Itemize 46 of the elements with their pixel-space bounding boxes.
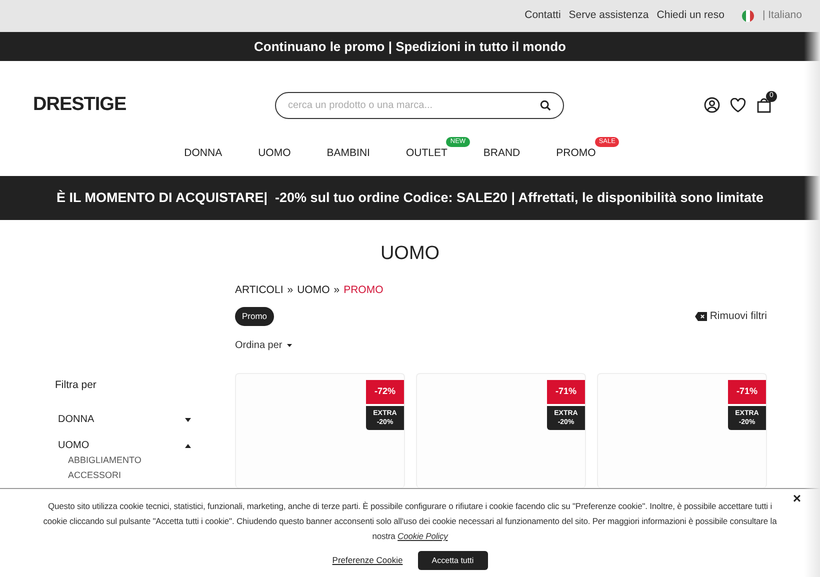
search-icon[interactable] <box>540 100 551 110</box>
caret-up-icon[interactable] <box>185 444 191 448</box>
heart-icon[interactable] <box>730 98 746 112</box>
discount-badge: -71% <box>547 380 585 404</box>
clear-icon[interactable] <box>694 312 707 321</box>
promo-banner: È IL MOMENTO DI ACQUISTARE| -20% sul tuo ordine Codice: SALE20 | Affrettati, le disponibilità sono limitate <box>0 176 820 220</box>
caret-icon[interactable] <box>287 344 292 347</box>
filter-group[interactable]: DONNA <box>55 412 191 427</box>
italy-flag-icon[interactable] <box>742 10 754 22</box>
remove-filters-link[interactable]: Rimuovi filtri <box>694 308 767 324</box>
sort-dropdown[interactable]: Ordina per <box>235 338 292 353</box>
cookie-notice: Questo sito utilizza cookie tecnici, statistici, funzionali, marketing, anche di terze parti. È possibile configurare o rifiutare i cookie facendo clic su "Preferenze cookie". Inoltre, è possibile accettare tutti i cookie cliccando sul pulsante "Accetta tutti i cookie". Chiudendo questo banner acconsenti solo all'uso dei cookie necessari al funzionamento del sito. Per maggiori informazioni è possibile consultare la nostra Cookie Policy <box>42 500 778 543</box>
nav-link[interactable]: DONNA <box>184 147 222 159</box>
accept-all-button[interactable]: Accetta tutti <box>418 551 488 570</box>
filter-option[interactable]: ABBIGLIAMENTO <box>55 452 235 468</box>
top-link[interactable]: Serve assistenza <box>568 8 649 24</box>
breadcrumb-link[interactable]: PROMO <box>344 283 384 299</box>
nav-link[interactable]: UOMO <box>258 147 291 159</box>
discount-badge: -72% <box>366 380 404 404</box>
breadcrumb-separator: » <box>334 283 340 298</box>
discount-badge: -71% <box>728 380 766 404</box>
shopping-bag-icon[interactable] <box>756 97 772 113</box>
nav-link[interactable]: BRAND <box>483 147 520 159</box>
caret-down-icon[interactable] <box>185 418 191 422</box>
top-link[interactable]: Chiedi un reso <box>656 8 724 24</box>
breadcrumb-link[interactable]: ARTICOLI <box>235 283 284 299</box>
nav-link[interactable]: BAMBINI <box>326 147 370 159</box>
search-input[interactable]: cerca un prodotto o una marca... <box>288 98 540 112</box>
cookie-preferences-link[interactable]: Preferenze Cookie <box>332 554 403 567</box>
filter-option[interactable]: ACCESSORI <box>55 468 235 483</box>
language-selector[interactable]: | Italiano <box>762 8 802 24</box>
cookie-policy-link[interactable]: Cookie Policy <box>398 531 448 541</box>
close-button[interactable]: × <box>792 491 801 505</box>
nav-link[interactable]: OUTLET <box>406 147 448 159</box>
filter-heading: Filtra per <box>55 378 98 393</box>
logo[interactable]: DRESTIGE <box>33 90 275 120</box>
filter-group[interactable]: UOMO <box>55 438 191 453</box>
nav-link[interactable]: PROMO <box>556 147 596 159</box>
top-link[interactable]: Contatti <box>524 8 561 24</box>
announcement-bar: Continuano le promo | Spedizioni in tutto il mondo <box>0 32 820 61</box>
search-field[interactable]: cerca un prodotto o una marca... <box>275 92 564 118</box>
breadcrumb-link[interactable]: UOMO <box>297 283 330 299</box>
account-icon[interactable] <box>704 97 720 113</box>
filter-chip[interactable]: Promo <box>235 307 274 326</box>
page-title: UOMO <box>379 242 441 266</box>
breadcrumb-separator: » <box>287 283 294 298</box>
